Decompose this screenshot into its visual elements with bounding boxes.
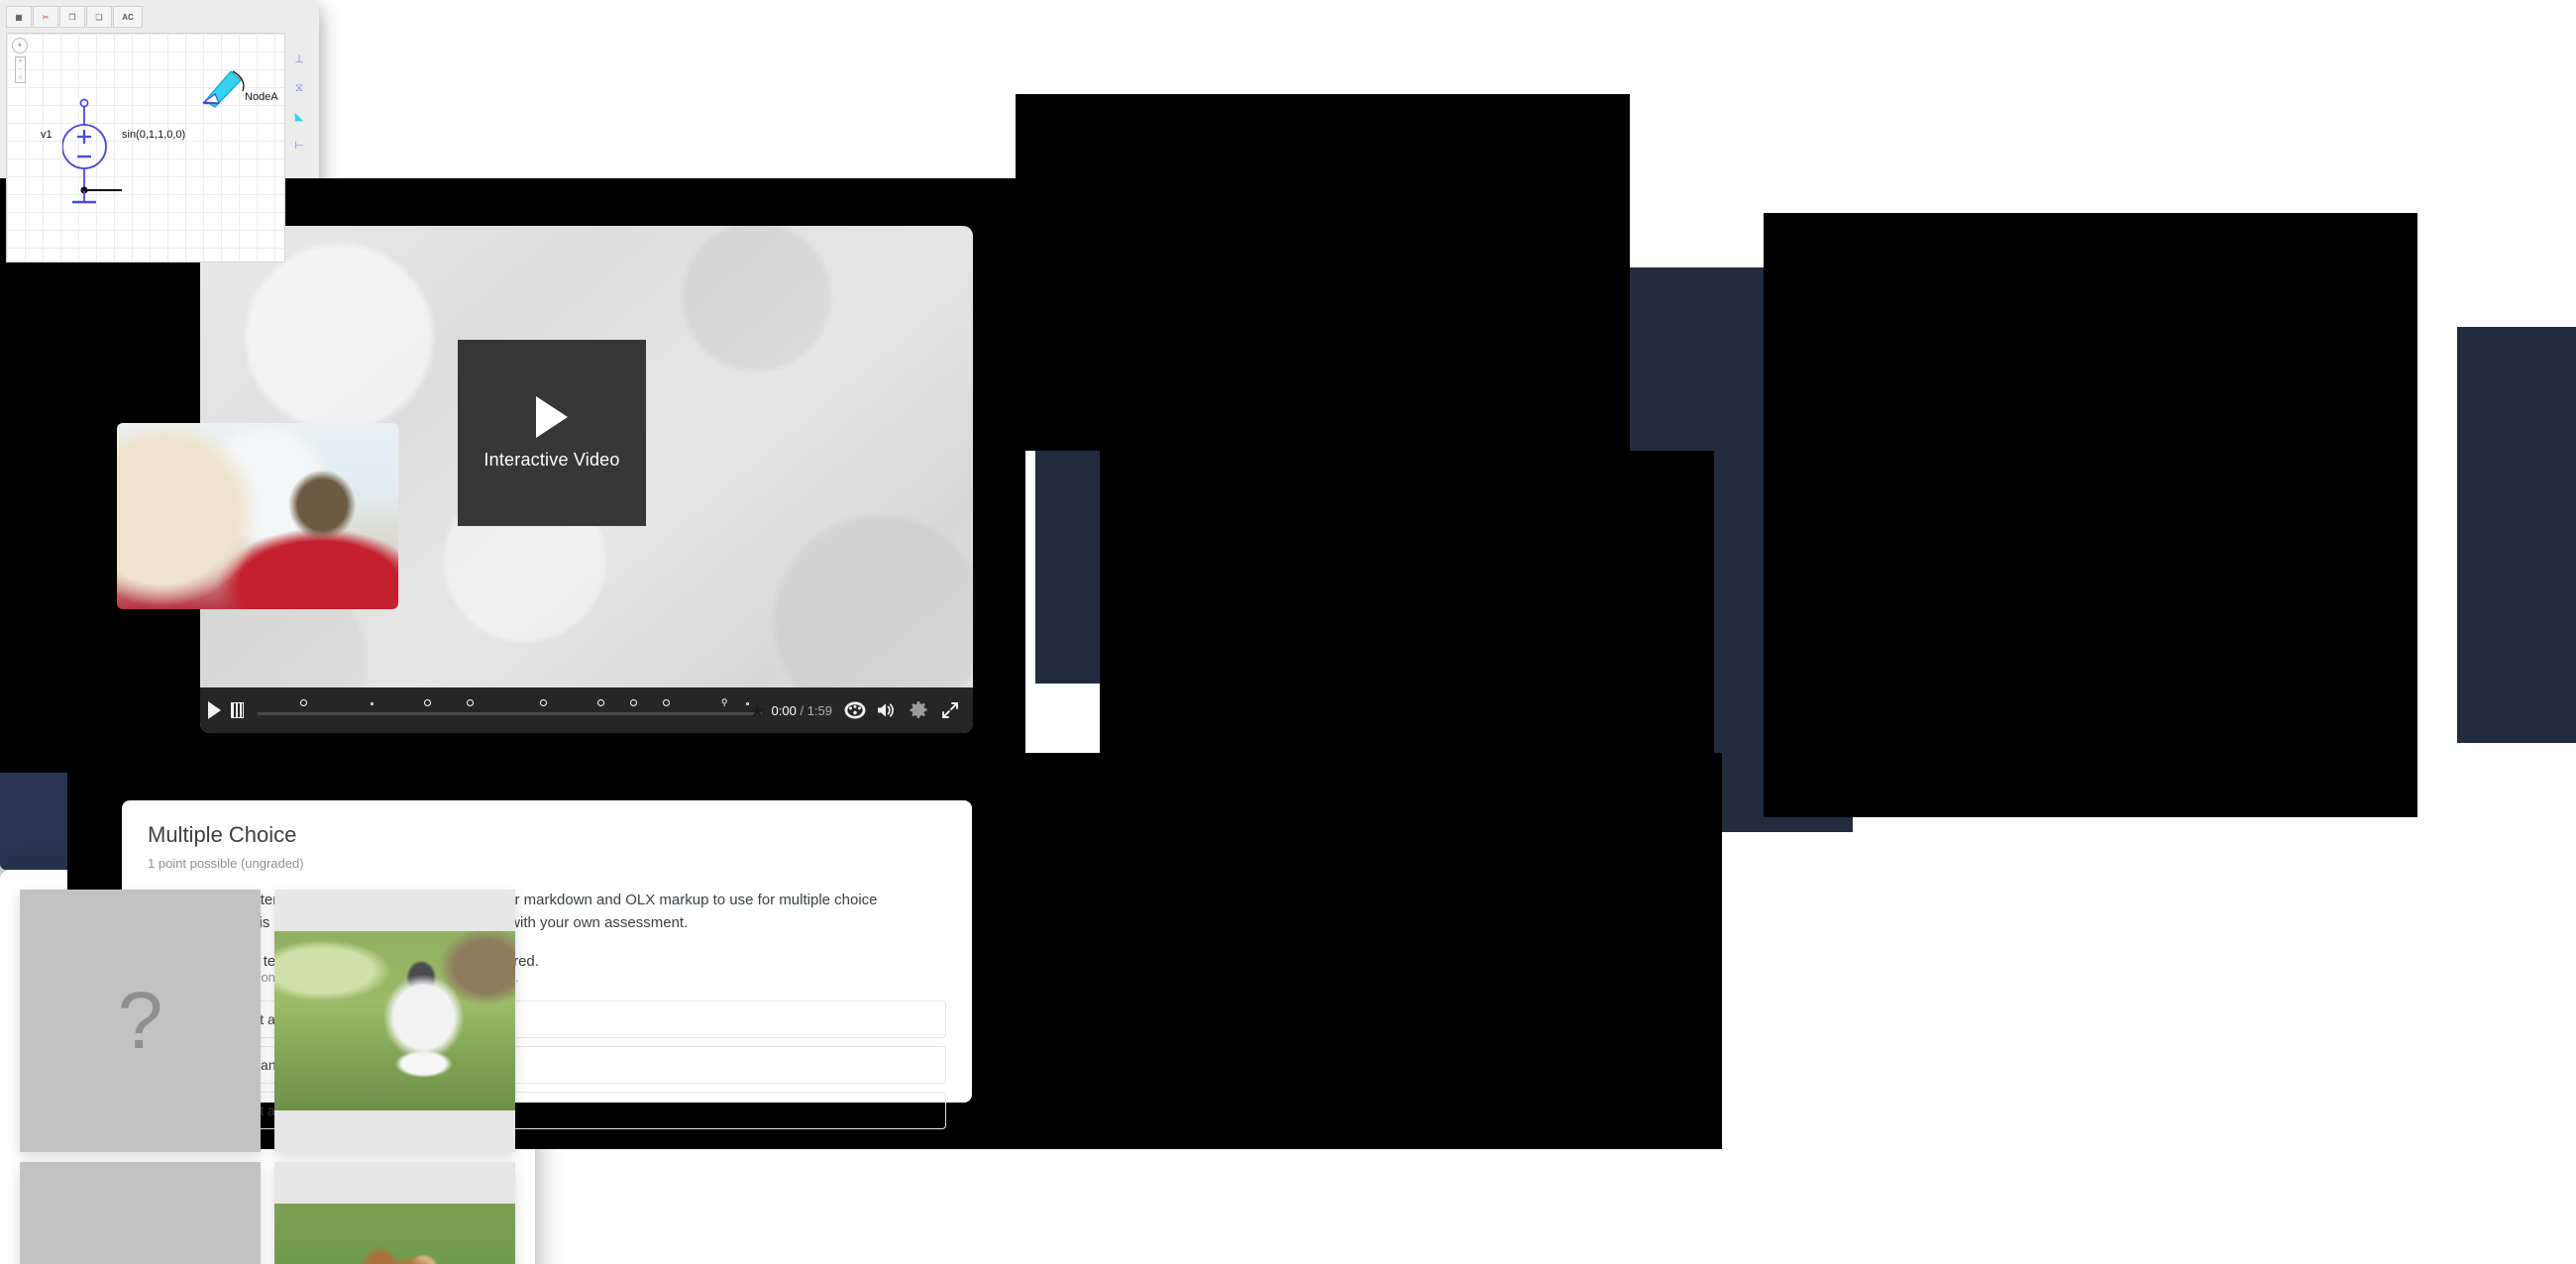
video-control-bar[interactable]: ⚲ 0:00 / 1:59 [200,687,973,733]
cut-scissors-icon[interactable]: ✂ [33,6,58,28]
play-icon[interactable] [208,701,221,719]
template-description: You can use this template as a guide to … [148,892,878,932]
screenshot-stage: Interactive Video ⚲ 0:00 / 1:59 Multiple… [0,0,2576,1264]
circuit-node-label: NodeA [245,91,278,103]
answer-option-row[interactable]: an incorrect answer [148,1000,946,1038]
timeline-marker-dot[interactable] [746,702,750,705]
question-mark-icon: ? [118,1252,163,1264]
paste-icon[interactable]: ❏ [86,6,112,28]
memory-card-back[interactable]: ? [20,890,261,1152]
page-title: Multiple Choice [148,822,297,847]
volume-icon[interactable] [874,697,900,723]
points-possible-label: 1 point possible (ungraded) [148,856,304,871]
timeline-marker-circle[interactable] [300,699,308,706]
fullscreen-icon[interactable] [937,697,963,723]
play-triangle-icon [536,395,568,438]
black-frame [1016,94,1630,451]
answer-option-row[interactable]: an incorrect answer [148,1091,946,1129]
pan-navigation-icon[interactable]: ✥ [12,38,28,53]
question-tip: You can add an optional tip or note rela… [148,969,519,985]
timeline-marker-circle[interactable] [630,699,638,706]
timeline-marker-flag[interactable]: ⚲ [721,697,728,707]
video-time-display: 0:00 / 1:59 [772,703,833,718]
timeline-marker-circle[interactable] [597,699,605,706]
current-time: 0:00 [771,702,797,718]
circuit-workspace: ✥ + − □ NodeA v1 sin(0,1,1,0,0) ⊥ ⧖ ◣ ⊢ [6,33,313,263]
voltage-source-symbol[interactable]: v1 sin(0,1,1,0,0) [41,93,202,217]
circuit-simulator-card[interactable]: ▦ ✂ ❐ ❏ AC ✥ + − □ NodeA v1 sin(0,1,1,0,… [0,0,319,275]
zoom-control-out[interactable]: − [19,66,22,72]
card-front-face [274,1162,515,1264]
husky-running-photo [274,931,515,1110]
total-time: 1:59 [806,702,832,718]
probe-tool-icon[interactable]: ◣ [295,112,303,123]
resistor-tool-icon[interactable]: ⧖ [295,83,303,94]
circuit-toolbar: ▦ ✂ ❐ ❏ AC [6,6,313,28]
answer-option-list: an incorrect answer the correct answer an … [148,1000,946,1129]
navy-block [2457,327,2576,743]
timeline-marker-circle[interactable] [663,699,671,706]
timeline-end-star-icon [749,703,766,718]
grid-icon[interactable]: ▦ [6,6,32,28]
voltage-probe-icon[interactable]: NodeA [201,63,278,114]
zoom-control-in[interactable]: + [19,58,22,64]
timeline-track[interactable] [258,712,762,715]
source-name-label: v1 [41,129,53,141]
timeline-marker-dot[interactable] [371,702,375,705]
question-prompt: Add the question text, or prompt, here. … [148,953,946,970]
video-poster[interactable]: Interactive Video [458,340,646,526]
dog-with-tennis-ball-and-squirrel-photo [117,423,398,609]
source-tool-icon[interactable]: ⊢ [294,141,304,152]
gear-icon[interactable] [906,697,931,723]
stop-icon[interactable] [231,702,244,718]
circuit-canvas[interactable]: ✥ + − □ NodeA v1 sin(0,1,1,0,0) [6,33,285,263]
video-timeline[interactable]: ⚲ [258,697,766,723]
source-expression-label: sin(0,1,1,0,0) [122,129,186,141]
memory-card-back[interactable]: ? [20,1162,261,1264]
video-poster-label: Interactive Video [483,449,620,470]
ac-analysis-button[interactable]: AC [113,6,143,28]
answer-option-row[interactable]: the correct answer [148,1045,946,1084]
timeline-marker-circle[interactable] [539,699,547,706]
photo-frame [108,414,407,625]
time-separator: / [800,702,805,718]
zoom-control-fit[interactable]: □ [19,75,22,81]
squirrel-on-log-photo [274,1204,515,1264]
copy-icon[interactable]: ❐ [59,6,85,28]
memory-card-squirrel[interactable] [274,1162,515,1264]
timeline-marker-circle[interactable] [423,699,431,706]
question-mark-icon: ? [117,975,163,1066]
card-back-face: ? [20,890,261,1152]
playback-speed-icon[interactable] [842,697,868,723]
black-frame [1764,213,2417,817]
timeline-marker-circle[interactable] [467,699,475,706]
card-front-face [274,890,515,1152]
zoom-controls[interactable]: + − □ [15,56,26,83]
memory-card-husky[interactable] [274,890,515,1152]
card-back-face: ? [20,1162,261,1264]
ground-tool-icon[interactable]: ⊥ [294,54,304,65]
